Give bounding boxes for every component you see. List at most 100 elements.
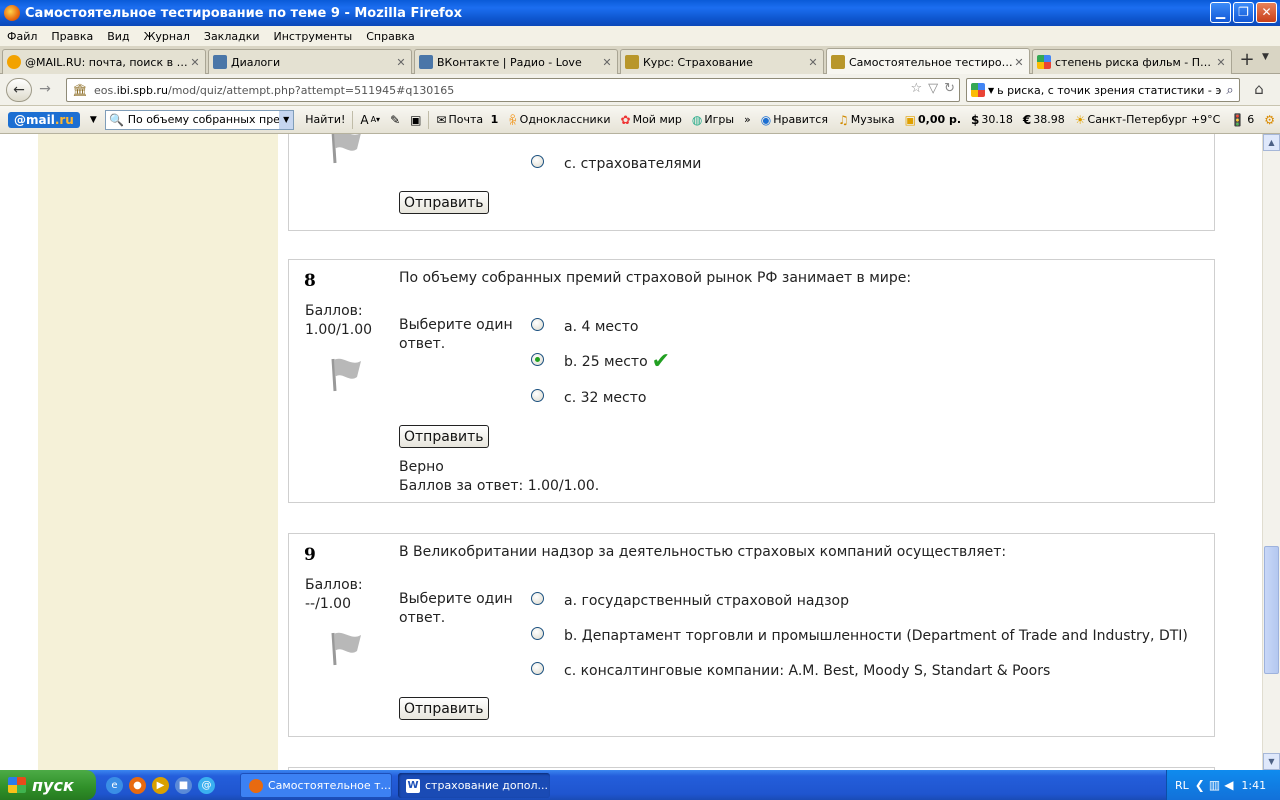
close-tab-icon[interactable]: ✕ [807, 56, 819, 69]
menu-view[interactable]: Вид [100, 30, 136, 43]
radio-button[interactable] [531, 626, 544, 640]
mailru-search-dropdown-icon[interactable]: ▼ [279, 110, 294, 129]
volume-icon[interactable]: ◀ [1224, 778, 1233, 792]
system-tray: RL ❮ ▥ ◀ 1:41 [1166, 770, 1280, 800]
tab-list-icon[interactable]: ▼ [1262, 52, 1276, 62]
close-tab-icon[interactable]: ✕ [395, 56, 407, 69]
correct-check-icon: ✔ [651, 349, 671, 374]
vertical-scrollbar[interactable]: ▲ ▼ [1262, 134, 1280, 770]
question-9-option-b[interactable]: b. Департамент торговли и промышленности… [531, 626, 1188, 644]
address-bar[interactable]: 🏛 eos. ibi.spb.ru/mod/quiz/attempt.php?at… [66, 78, 960, 102]
language-indicator[interactable]: RL [1175, 779, 1189, 792]
question-8-option-b[interactable]: b. 25 место ✔ [531, 349, 671, 374]
eur-rate[interactable]: €38.98 [1018, 113, 1070, 127]
ie-icon[interactable]: e [106, 776, 123, 794]
radio-button[interactable] [531, 154, 544, 168]
menu-edit[interactable]: Правка [44, 30, 100, 43]
radio-button[interactable] [531, 388, 544, 402]
new-tab-button[interactable]: + [1236, 50, 1258, 72]
media-icon[interactable]: ▶ [152, 776, 169, 794]
reload-icon[interactable]: ↻ [944, 81, 955, 96]
engine-dropdown-icon[interactable]: ▼ [988, 86, 994, 95]
music-link[interactable]: ♫ Музыка [833, 113, 900, 127]
firefox-quicklaunch-icon[interactable]: ● [129, 776, 146, 794]
minimize-button[interactable]: ▁ [1210, 2, 1231, 23]
radio-button[interactable] [531, 591, 544, 605]
font-size-icon[interactable]: A A▾ [355, 113, 385, 127]
site-identity-icon[interactable]: 🏛 [72, 83, 88, 97]
close-window-button[interactable]: ✕ [1256, 2, 1277, 23]
google-search-engine-icon[interactable] [971, 83, 985, 97]
taskbar-word-window[interactable]: W страхование допол... [398, 773, 550, 798]
search-input[interactable] [997, 83, 1221, 97]
radio-button[interactable] [531, 317, 544, 331]
question-8-option-c[interactable]: c. 32 место [531, 388, 646, 406]
tab-course[interactable]: Курс: Страхование ✕ [620, 49, 824, 74]
mailru-search-input[interactable] [127, 113, 280, 126]
close-tab-icon[interactable]: ✕ [189, 56, 201, 69]
menu-file[interactable]: Файл [0, 30, 44, 43]
mailru-logo[interactable]: @mail.ru [8, 111, 80, 128]
scroll-down-arrow[interactable]: ▼ [1263, 753, 1280, 770]
search-bar[interactable]: ▼ ⌕ [966, 78, 1240, 102]
desktop-icon[interactable]: ■ [175, 776, 192, 794]
question-9-option-a[interactable]: a. государственный страховой надзор [531, 591, 849, 609]
odnoklassniki-link[interactable]: ꆜ Одноклассники [503, 112, 615, 128]
question-8-submit-button[interactable]: Отправить [399, 425, 489, 448]
traffic-link[interactable]: 🚦 6 [1225, 113, 1259, 127]
money-link[interactable]: ▣ 0,00 р. [900, 113, 966, 127]
settings-gear-icon[interactable]: ⚙ [1259, 113, 1280, 127]
start-button[interactable]: пуск [0, 770, 96, 800]
flag-icon[interactable] [327, 353, 363, 393]
tab-mailru[interactable]: @MAIL.RU: почта, поиск в ин... ✕ [2, 49, 206, 74]
highlight-icon[interactable]: ✎ [385, 113, 405, 127]
question-7-option-c[interactable]: c. страхователями [531, 154, 701, 172]
network-icon[interactable]: ▥ [1209, 778, 1220, 792]
question-9-grade: Баллов: --/1.00 [305, 577, 363, 612]
moimir-link[interactable]: ✿ Мой мир [616, 113, 687, 127]
tab-quiz-active[interactable]: Самостоятельное тестирован... ✕ [826, 48, 1030, 75]
games-link[interactable]: ◍ Игры [687, 113, 739, 127]
menu-history[interactable]: Журнал [137, 30, 197, 43]
usd-rate[interactable]: $30.18 [966, 113, 1018, 127]
menu-tools[interactable]: Инструменты [267, 30, 360, 43]
tab-dialogs[interactable]: Диалоги ✕ [208, 49, 412, 74]
weather-link[interactable]: ☀ Санкт-Петербург +9°C [1070, 113, 1226, 127]
menu-bookmarks[interactable]: Закладки [197, 30, 267, 43]
back-button[interactable]: ← [6, 78, 32, 102]
taskbar-firefox-window[interactable]: Самостоятельное т... [240, 773, 392, 798]
search-icon[interactable]: ⌕ [1221, 83, 1239, 98]
mail-link[interactable]: ✉ Почта 1 [431, 113, 503, 127]
question-9-submit-button[interactable]: Отправить [399, 697, 489, 720]
tray-expand-icon[interactable]: ❮ [1195, 778, 1205, 792]
radio-button[interactable] [531, 661, 544, 675]
close-tab-icon[interactable]: ✕ [601, 56, 613, 69]
find-button[interactable]: Найти! [300, 113, 350, 126]
question-7-submit-button[interactable]: Отправить [399, 191, 489, 214]
scroll-up-arrow[interactable]: ▲ [1263, 134, 1280, 151]
scroll-thumb[interactable] [1264, 546, 1279, 674]
bookmark-star-icon[interactable]: ☆ [910, 81, 922, 96]
restore-button[interactable]: ❐ [1233, 2, 1254, 23]
close-tab-icon[interactable]: ✕ [1013, 56, 1025, 69]
question-8-option-a[interactable]: a. 4 место [531, 317, 638, 335]
mailru-menu-dropdown-icon[interactable]: ▼ [90, 115, 97, 125]
question-9-number: 9 [304, 545, 316, 565]
mailru-search-box[interactable]: 🔍 ▼ [104, 109, 295, 130]
flag-icon[interactable] [327, 134, 363, 165]
close-tab-icon[interactable]: ✕ [1215, 56, 1227, 69]
select-icon[interactable]: ▣ [405, 113, 426, 127]
tab-google-search[interactable]: степень риска фильм - Поиск ... ✕ [1032, 49, 1232, 74]
like-link[interactable]: ◉ Нравится [756, 113, 833, 127]
window-titlebar[interactable]: Самостоятельное тестирование по теме 9 -… [0, 0, 1280, 26]
mail-agent-icon[interactable]: @ [198, 776, 215, 794]
home-icon[interactable]: ⌂ [1248, 80, 1270, 100]
tab-vk-radio[interactable]: ВКонтакте | Радио - Love ✕ [414, 49, 618, 74]
flag-icon[interactable] [327, 627, 363, 667]
url-dropdown-icon[interactable]: ▽ [928, 81, 938, 96]
question-9-option-c[interactable]: c. консалтинговые компании: A.M. Best, M… [531, 661, 1050, 679]
forward-button[interactable]: → [34, 78, 56, 102]
menu-help[interactable]: Справка [359, 30, 421, 43]
more-items-button[interactable]: » [739, 113, 756, 126]
radio-button-checked[interactable] [531, 352, 544, 366]
